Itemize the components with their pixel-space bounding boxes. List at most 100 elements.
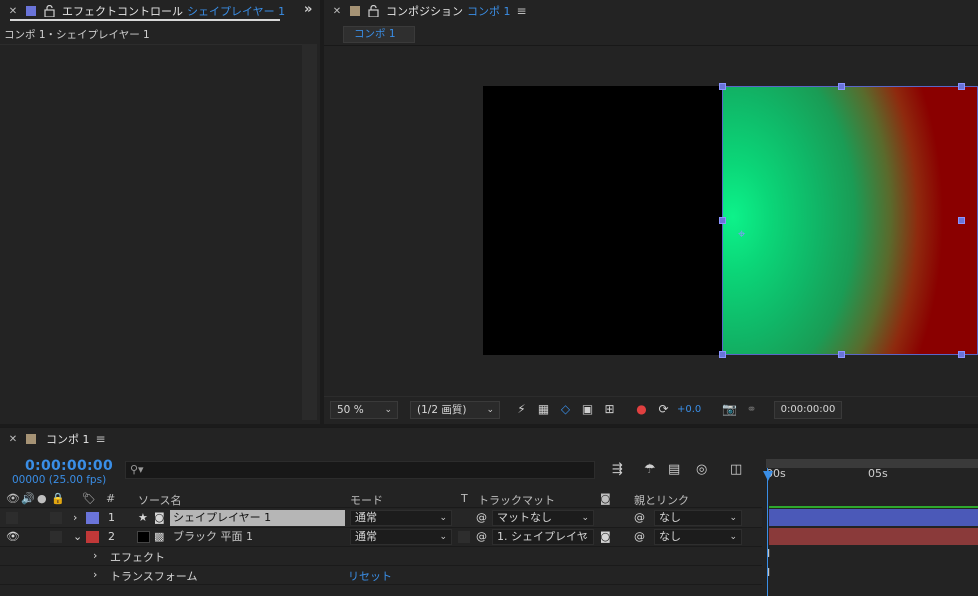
solo-column-icon[interactable]: ● <box>37 492 47 505</box>
timeline-tab[interactable]: ✕ コンポ 1 ≡ <box>0 428 978 450</box>
zoom-dropdown[interactable]: 50 % ⌄ <box>330 401 398 419</box>
lock-toggle[interactable] <box>50 512 62 524</box>
property-group-row[interactable]: › エフェクト <box>0 547 762 566</box>
label-column-icon[interactable]: 🏷 <box>82 492 96 505</box>
effect-controls-body <box>0 44 302 422</box>
layer-number: 2 <box>108 530 115 543</box>
anchor-point-icon[interactable]: ⌖ <box>738 227 745 242</box>
snapshot-icon[interactable]: 📷 <box>722 402 737 417</box>
collapse-chevron-icon[interactable]: ⌄ <box>73 530 82 543</box>
transparency-grid-icon[interactable]: ▦ <box>536 402 551 417</box>
chevron-down-icon: ⌄ <box>439 513 447 523</box>
transform-handle[interactable] <box>838 83 845 90</box>
timeline-current-time[interactable]: 0:00:00:00 <box>25 458 113 474</box>
composition-panel: ✕ コンポジション コンポ 1 ≡ コンポ 1 ⌖ 50 % ⌄ (1/2 画質… <box>324 0 978 424</box>
chevron-down-icon: ⌄ <box>384 405 392 415</box>
matte-alpha-icon[interactable]: ◙ <box>600 530 611 543</box>
layer-name[interactable]: シェイプレイヤー 1 <box>170 510 345 526</box>
ruler-tick-mid: 05s <box>868 467 888 480</box>
pick-whip-icon[interactable]: @ <box>634 530 645 543</box>
panel-menu-icon[interactable]: ≡ <box>517 4 527 18</box>
timeline-title: コンポ 1 <box>46 433 90 446</box>
preserve-transparency-toggle[interactable] <box>458 531 470 543</box>
layer-label-color[interactable] <box>86 512 99 524</box>
layer-duration-bar[interactable] <box>769 509 978 526</box>
composition-tab[interactable]: ✕ コンポジション コンポ 1 ≡ <box>324 0 978 22</box>
source-name-header[interactable]: ソース名 <box>138 492 181 508</box>
resolution-dropdown[interactable]: (1/2 画質) ⌄ <box>410 401 500 419</box>
composition-viewer[interactable]: ⌖ <box>324 47 978 394</box>
panel-menu-icon[interactable]: ≡ <box>96 432 106 446</box>
exposure-value[interactable]: +0.0 <box>677 404 701 415</box>
matte-toggle-icon: ◙ <box>600 492 611 505</box>
layer-name[interactable]: ブラック 平面 1 <box>170 529 253 545</box>
reset-link[interactable]: リセット <box>348 568 392 584</box>
transform-handle[interactable] <box>838 351 845 358</box>
playhead[interactable] <box>767 468 768 596</box>
track-matte-dropdown[interactable]: 1. シェイプレイヤ ⌄ <box>492 529 594 545</box>
parent-value: なし <box>659 511 681 524</box>
transform-handle[interactable] <box>719 351 726 358</box>
track-matte-dropdown[interactable]: マットなし ⌄ <box>492 510 594 526</box>
playhead-handle[interactable] <box>763 471 773 481</box>
fast-previews-icon[interactable]: ⚡ <box>514 402 529 417</box>
matte-link-icon[interactable]: @ <box>476 530 487 543</box>
close-icon[interactable]: ✕ <box>8 434 18 445</box>
timeline-frame-count: 00000 (25.00 fps) <box>12 474 107 486</box>
work-area-indicator <box>769 506 978 508</box>
panel-subject: シェイプレイヤー 1 <box>187 5 286 18</box>
pick-whip-icon[interactable]: @ <box>634 511 645 524</box>
layer-duration-bar[interactable] <box>769 528 978 545</box>
transform-handle[interactable] <box>719 217 726 224</box>
mask-visibility-icon[interactable]: ◇ <box>558 402 573 417</box>
draft-3d-icon[interactable]: ☂ <box>644 462 656 477</box>
solid-type-icon: ▩ <box>154 530 165 543</box>
blend-mode-dropdown[interactable]: 通常 ⌄ <box>350 510 452 526</box>
parent-dropdown[interactable]: なし ⌄ <box>654 529 742 545</box>
audio-column-icon[interactable]: 🔊 <box>21 492 35 505</box>
graph-editor-icon[interactable]: ◫ <box>730 462 742 477</box>
comp-navigator-chip[interactable]: コンポ 1 <box>343 26 415 43</box>
layer-label-color[interactable] <box>86 531 99 543</box>
layer-row[interactable]: › 1 ★ ◙ シェイプレイヤー 1 通常 ⌄ @ マットなし ⌄ @ なし ⌄ <box>0 509 762 528</box>
shape-layer-gradient[interactable] <box>722 86 978 355</box>
visibility-toggle[interactable] <box>6 512 18 524</box>
layer-row[interactable]: 👁 ⌄ 2 ▩ ブラック 平面 1 通常 ⌄ @ 1. シェイプレイヤ ⌄ ◙ … <box>0 528 762 547</box>
effect-controls-panel: ✕ エフェクトコントロール シェイプレイヤー 1 » コンポ 1・シェイプレイヤ… <box>0 0 320 424</box>
layer-search-input[interactable]: ⚲▾ <box>125 461 595 479</box>
grid-guides-icon[interactable]: ⊞ <box>602 402 617 417</box>
property-group-row[interactable]: › トランスフォーム リセット <box>0 566 762 585</box>
frame-blending-icon[interactable]: ▤ <box>668 462 680 477</box>
show-snapshot-icon[interactable]: ⚭ <box>744 402 759 417</box>
blend-mode-dropdown[interactable]: 通常 ⌄ <box>350 529 452 545</box>
close-icon[interactable]: ✕ <box>8 6 18 17</box>
reset-exposure-icon[interactable]: ⟳ <box>656 402 671 417</box>
panel-subject: コンポ 1 <box>467 5 511 18</box>
effect-controls-tab[interactable]: ✕ エフェクトコントロール シェイプレイヤー 1 <box>0 0 320 22</box>
black-solid-layer[interactable] <box>483 86 724 355</box>
eye-icon[interactable]: 👁 <box>6 530 20 543</box>
region-of-interest-icon[interactable]: ▣ <box>580 402 595 417</box>
transform-handle[interactable] <box>958 351 965 358</box>
expand-chevron-icon[interactable]: › <box>93 568 97 581</box>
close-icon[interactable]: ✕ <box>332 6 342 17</box>
motion-blur-icon[interactable]: ◎ <box>696 462 707 477</box>
lock-toggle[interactable] <box>50 531 62 543</box>
parent-dropdown[interactable]: なし ⌄ <box>654 510 742 526</box>
eye-column-icon[interactable]: 👁 <box>6 492 20 505</box>
matte-link-icon[interactable]: @ <box>476 511 487 524</box>
lock-icon[interactable] <box>368 4 379 18</box>
expand-chevron-icon[interactable]: › <box>93 549 97 562</box>
transform-handle[interactable] <box>958 217 965 224</box>
current-time-field[interactable]: 0:00:00:00 <box>774 401 842 419</box>
panel-overflow-icon[interactable]: » <box>304 2 312 17</box>
lock-icon[interactable] <box>44 4 55 18</box>
show-channel-icon[interactable]: ● <box>634 402 649 417</box>
expand-chevron-icon[interactable]: › <box>73 511 77 524</box>
transform-handle[interactable] <box>719 83 726 90</box>
scrollbar[interactable] <box>302 44 317 420</box>
composition-flowchart-icon[interactable]: ⇶ <box>612 462 623 477</box>
layer-column-header: 👁 🔊 ● 🔒 🏷 # ソース名 モード T トラックマット ◙ 親とリンク <box>0 490 762 508</box>
transform-handle[interactable] <box>958 83 965 90</box>
lock-column-icon[interactable]: 🔒 <box>51 492 65 505</box>
